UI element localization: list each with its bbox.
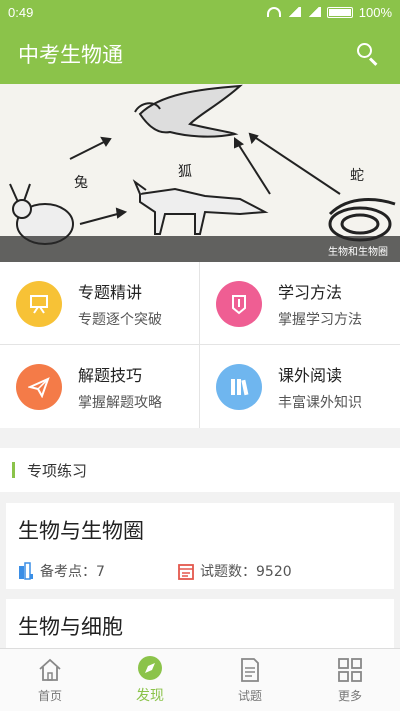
feature-solving-tips[interactable]: 解题技巧 掌握解题攻略 bbox=[0, 345, 200, 428]
tab-home[interactable]: 首页 bbox=[0, 649, 100, 711]
fox-label: 狐 bbox=[178, 164, 192, 180]
battery-icon bbox=[326, 6, 353, 18]
feature-title: 课外阅读 bbox=[278, 365, 343, 385]
feature-extra-reading[interactable]: 课外阅读 丰富课外知识 bbox=[200, 345, 400, 428]
wifi-icon bbox=[266, 7, 281, 17]
signal-icon-2 bbox=[306, 7, 321, 17]
status-time: 0:49 bbox=[8, 4, 34, 20]
snake-drawing bbox=[328, 198, 396, 242]
rabbit-drawing bbox=[9, 183, 74, 245]
tab-label: 试题 bbox=[237, 688, 262, 703]
battery-percent: 100% bbox=[358, 4, 392, 20]
books-icon bbox=[216, 363, 262, 410]
grid-icon bbox=[338, 657, 362, 682]
tab-label: 发现 bbox=[136, 688, 164, 704]
badge-pencil-icon bbox=[216, 280, 262, 327]
calendar-icon bbox=[178, 564, 194, 580]
feature-subtitle: 掌握学习方法 bbox=[278, 311, 362, 328]
presentation-board-icon bbox=[16, 280, 62, 327]
practice-card[interactable]: 生物与细胞 bbox=[6, 599, 394, 648]
feature-study-method[interactable]: 学习方法 掌握学习方法 bbox=[200, 262, 400, 345]
compass-icon bbox=[138, 656, 162, 680]
feature-grid: 专题精讲 专题逐个突破 学习方法 掌握学习方法 解题技巧 掌握解题攻略 课外阅读… bbox=[0, 262, 400, 428]
card-points: 备考点：7 bbox=[18, 561, 178, 581]
card-questions: 试题数：9520 bbox=[178, 561, 338, 581]
feature-title: 学习方法 bbox=[278, 282, 343, 302]
tab-label: 更多 bbox=[337, 688, 362, 703]
card-title: 生物与生物圈 bbox=[18, 519, 144, 543]
feature-subtitle: 丰富课外知识 bbox=[278, 394, 362, 411]
tab-label: 首页 bbox=[37, 688, 62, 703]
signal-icon bbox=[286, 7, 301, 17]
banner-caption: 生物和生物圈 bbox=[0, 236, 400, 262]
paper-plane-icon bbox=[16, 363, 62, 410]
rabbit-label: 兔 bbox=[74, 175, 88, 191]
card-title: 生物与细胞 bbox=[18, 615, 123, 639]
practice-card[interactable]: 生物与生物圈 备考点：7 试题数：9520 bbox=[6, 503, 394, 589]
document-icon bbox=[241, 657, 259, 682]
feature-subtitle: 专题逐个突破 bbox=[78, 311, 162, 328]
status-icons: 100% bbox=[266, 4, 392, 20]
tab-discover[interactable]: 发现 bbox=[100, 649, 200, 711]
status-bar: 0:49 100% bbox=[0, 0, 400, 24]
app-bar: 中考生物通 bbox=[0, 24, 400, 84]
feature-title: 解题技巧 bbox=[78, 365, 143, 385]
feature-subtitle: 掌握解题攻略 bbox=[78, 394, 162, 411]
section-header: 专项练习 bbox=[0, 448, 400, 492]
bottom-nav: 首页 发现 试题 更多 bbox=[0, 648, 400, 711]
app-title: 中考生物通 bbox=[18, 43, 123, 67]
feature-topic-lecture[interactable]: 专题精讲 专题逐个突破 bbox=[0, 262, 200, 345]
home-icon bbox=[39, 658, 61, 681]
feature-title: 专题精讲 bbox=[78, 282, 143, 302]
fox-drawing bbox=[132, 179, 269, 235]
tab-exam[interactable]: 试题 bbox=[200, 649, 300, 711]
section-title: 专项练习 bbox=[27, 461, 88, 480]
section-accent-bar bbox=[12, 462, 15, 478]
search-icon[interactable] bbox=[354, 40, 382, 68]
books-stack-icon bbox=[19, 562, 33, 580]
snake-label: 蛇 bbox=[350, 168, 364, 184]
eagle-drawing bbox=[134, 84, 243, 138]
tab-more[interactable]: 更多 bbox=[300, 649, 400, 711]
banner[interactable]: 兔 狐 蛇 生物和生物圈 bbox=[0, 84, 400, 262]
